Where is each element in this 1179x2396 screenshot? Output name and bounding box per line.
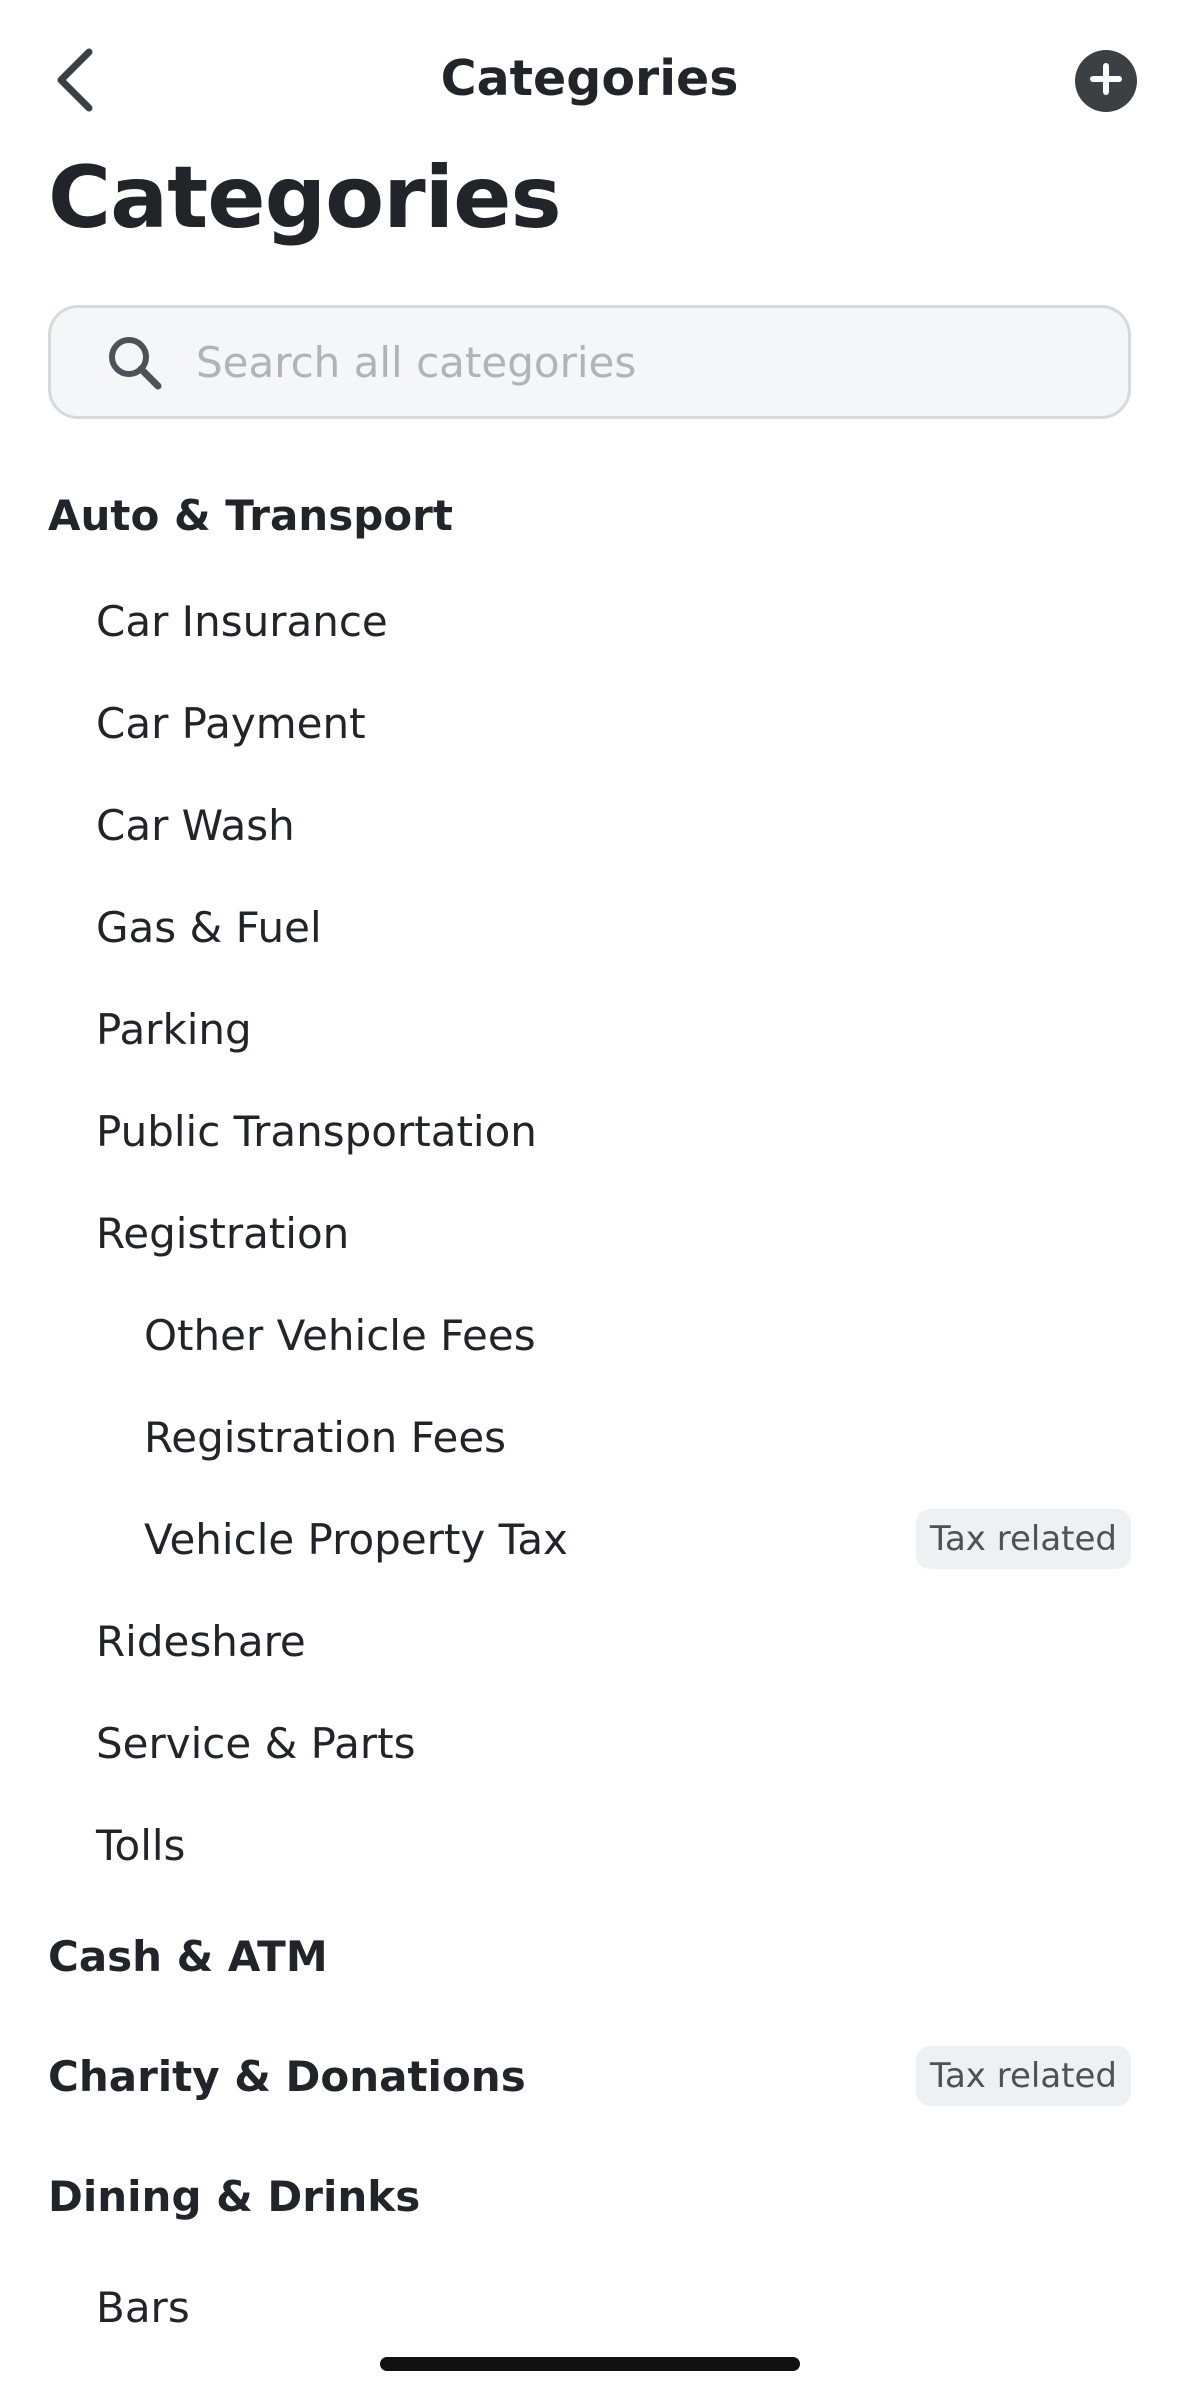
search-bar[interactable] xyxy=(48,305,1131,419)
category-item-label: Service & Parts xyxy=(96,1718,416,1768)
category-item-public-transportation[interactable]: Public Transportation xyxy=(0,1080,1179,1182)
category-group-label: Auto & Transport xyxy=(48,490,453,540)
category-item-label: Rideshare xyxy=(96,1616,306,1666)
tax-related-badge: Tax related xyxy=(915,2046,1131,2106)
category-item-car-insurance[interactable]: Car Insurance xyxy=(0,570,1179,672)
category-item-label: Registration Fees xyxy=(144,1412,507,1462)
category-item-registration-fees[interactable]: Registration Fees xyxy=(0,1386,1179,1488)
category-group-cash-atm[interactable]: Cash & ATM xyxy=(0,1896,1179,2016)
category-item-vehicle-property-tax[interactable]: Vehicle Property Tax Tax related xyxy=(0,1488,1179,1590)
category-list: Auto & Transport Car Insurance Car Payme… xyxy=(0,460,1179,2358)
category-item-label: Public Transportation xyxy=(96,1106,537,1156)
category-item-tolls[interactable]: Tolls xyxy=(0,1794,1179,1896)
plus-circle-icon xyxy=(1089,62,1123,100)
category-item-label: Vehicle Property Tax xyxy=(144,1514,568,1564)
category-item-gas-fuel[interactable]: Gas & Fuel xyxy=(0,876,1179,978)
category-item-rideshare[interactable]: Rideshare xyxy=(0,1590,1179,1692)
category-item-service-parts[interactable]: Service & Parts xyxy=(0,1692,1179,1794)
category-item-label: Parking xyxy=(96,1004,252,1054)
category-group-label: Dining & Drinks xyxy=(48,2171,421,2221)
category-item-label: Car Payment xyxy=(96,698,366,748)
category-group-auto-transport[interactable]: Auto & Transport xyxy=(0,460,1179,570)
category-group-label: Cash & ATM xyxy=(48,1931,328,1981)
category-group-dining-drinks[interactable]: Dining & Drinks xyxy=(0,2136,1179,2256)
category-item-label: Tolls xyxy=(96,1820,186,1870)
category-group-charity-donations[interactable]: Charity & Donations Tax related xyxy=(0,2016,1179,2136)
category-item-parking[interactable]: Parking xyxy=(0,978,1179,1080)
category-item-registration[interactable]: Registration xyxy=(0,1182,1179,1284)
category-item-car-payment[interactable]: Car Payment xyxy=(0,672,1179,774)
category-item-label: Car Insurance xyxy=(96,596,388,646)
category-item-car-wash[interactable]: Car Wash xyxy=(0,774,1179,876)
category-item-other-vehicle-fees[interactable]: Other Vehicle Fees xyxy=(0,1284,1179,1386)
category-item-label: Registration xyxy=(96,1208,350,1258)
tax-related-badge: Tax related xyxy=(915,1509,1131,1569)
nav-title: Categories xyxy=(440,50,739,107)
category-item-label: Gas & Fuel xyxy=(96,902,322,952)
category-group-label: Charity & Donations xyxy=(48,2051,526,2101)
search-input[interactable] xyxy=(196,308,1096,416)
category-item-label: Bars xyxy=(96,2282,190,2332)
add-category-button[interactable] xyxy=(1075,50,1137,112)
category-item-bars[interactable]: Bars xyxy=(0,2256,1179,2358)
page-title: Categories xyxy=(48,148,562,248)
navigation-bar: Categories xyxy=(0,0,1179,164)
search-icon xyxy=(106,334,164,392)
category-item-label: Car Wash xyxy=(96,800,295,850)
categories-screen: Categories Categories Auto & Transport C… xyxy=(0,0,1179,2396)
home-indicator[interactable] xyxy=(380,2357,800,2371)
category-item-label: Other Vehicle Fees xyxy=(144,1310,536,1360)
